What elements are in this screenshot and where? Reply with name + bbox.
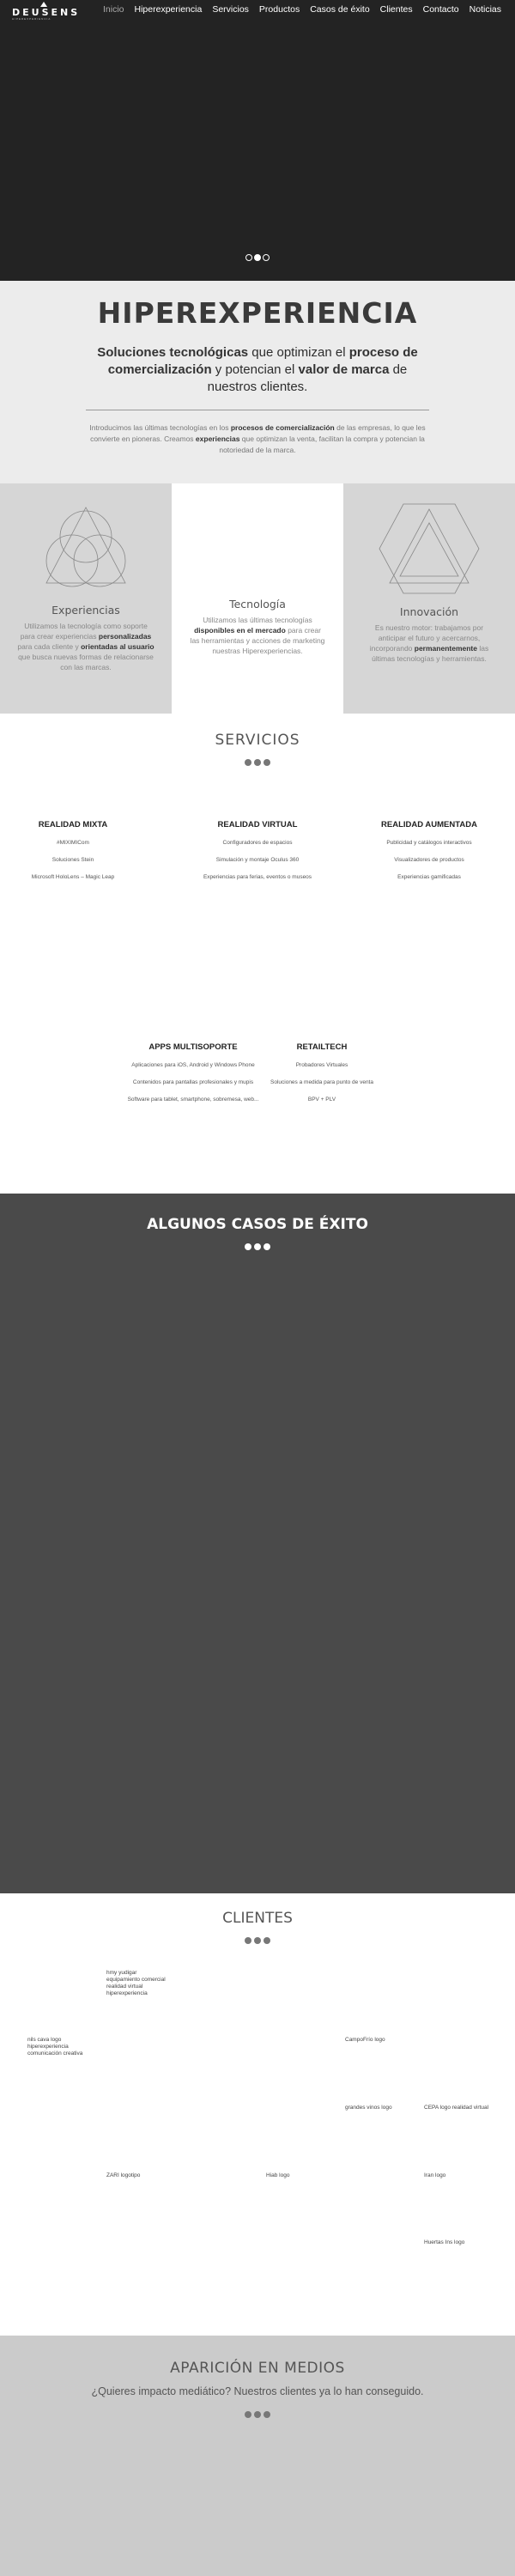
panel-text: Utilizamos la tecnología como soporte pa…: [17, 622, 154, 671]
hexagon-triangle-icon: [379, 503, 480, 594]
service-item[interactable]: Soluciones Stein: [0, 857, 150, 864]
panel-innovacion: Innovación Es nuestro motor: trabajamos …: [343, 483, 515, 714]
nav-item-inicio[interactable]: Inicio: [98, 3, 130, 15]
service-item[interactable]: Simulación y montaje Oculus 360: [180, 857, 335, 864]
service-item[interactable]: Experiencias para ferias, eventos o muse…: [180, 874, 335, 881]
section-title: CLIENTES: [222, 1910, 293, 1927]
casos-exito-section: ALGUNOS CASOS DE ÉXITO: [0, 1194, 515, 1893]
intro-body: Introducimos las últimas tecnologías en …: [89, 423, 426, 454]
dot: [245, 759, 251, 766]
panel-title: Tecnología: [229, 598, 286, 611]
nav-item-noticias[interactable]: Noticias: [464, 3, 506, 15]
nav-item-clientes[interactable]: Clientes: [375, 3, 418, 15]
dot: [264, 2411, 270, 2418]
dot: [245, 1243, 251, 1250]
slider-pagination: [245, 254, 270, 261]
dot: [264, 1937, 270, 1944]
client-logo[interactable]: Hiab logo: [266, 2172, 289, 2179]
dot: [264, 1243, 270, 1250]
section-separator-dots: [245, 2411, 270, 2418]
nav-item-productos[interactable]: Productos: [254, 3, 305, 15]
service-item[interactable]: Publicidad y catálogos interactivos: [352, 840, 506, 847]
panel-title: Innovación: [399, 605, 459, 618]
nav-item-contacto[interactable]: Contacto: [418, 3, 464, 15]
slider-dot[interactable]: [263, 254, 270, 261]
service-item[interactable]: Experiencias gamificadas: [352, 874, 506, 881]
slider-dot[interactable]: [245, 254, 252, 261]
client-logo[interactable]: hmy yudigar equipamiento comercial reali…: [106, 1970, 166, 1997]
dot: [245, 2411, 251, 2418]
service-item[interactable]: BPV + PLV: [245, 1097, 399, 1103]
service-item[interactable]: Visualizadores de productos: [352, 857, 506, 864]
client-logo[interactable]: ZARI logotipo: [106, 2172, 140, 2179]
client-logo[interactable]: nils cava logo hiperexperiencia comunica…: [27, 2037, 82, 2057]
panel-text: Es nuestro motor: trabajamos por anticip…: [369, 623, 489, 663]
dot: [254, 1243, 261, 1250]
client-logo[interactable]: CampoFrío logo: [345, 2037, 385, 2044]
client-logo[interactable]: grandes vinos logo: [345, 2105, 392, 2111]
service-title: REALIDAD AUMENTADA: [381, 820, 477, 829]
client-logo[interactable]: CEPA logo realidad virtual: [424, 2105, 488, 2111]
panel-text: Utilizamos las últimas tecnologías dispo…: [190, 616, 325, 655]
nav-item-hiperexperiencia[interactable]: Hiperexperiencia: [130, 3, 208, 15]
dot: [254, 2411, 261, 2418]
section-title: SERVICIOS: [215, 732, 300, 749]
slider-dot-active[interactable]: [254, 254, 261, 261]
dot: [245, 1937, 251, 1944]
service-item[interactable]: Soluciones a medida para punto de venta: [245, 1079, 399, 1086]
panel-experiencias: Experiencias Utilizamos la tecnología co…: [0, 483, 172, 714]
section-title: HIPEREXPERIENCIA: [97, 296, 418, 330]
service-item[interactable]: #MIXIMICom: [0, 840, 150, 847]
medios-section: APARICIÓN EN MEDIOS ¿Quieres impacto med…: [0, 2336, 515, 2576]
panel-tecnologia: Tecnología Utilizamos las últimas tecnol…: [172, 483, 343, 714]
circles-triangle-icon: [45, 507, 126, 587]
value-panels: Experiencias Utilizamos la tecnología co…: [0, 483, 515, 714]
service-title: REALIDAD VIRTUAL: [217, 820, 298, 829]
logo-tagline: HIPEREXPERIENCIA: [12, 17, 52, 21]
section-subtitle: ¿Quieres impacto mediático? Nuestros cli…: [91, 2385, 424, 2397]
client-logo[interactable]: Iran logo: [424, 2172, 445, 2179]
section-title: APARICIÓN EN MEDIOS: [170, 2360, 345, 2377]
panel-title: Experiencias: [52, 604, 120, 617]
nav-item-casos[interactable]: Casos de éxito: [305, 3, 374, 15]
main-nav: Inicio Hiperexperiencia Servicios Produc…: [98, 3, 506, 15]
intro-section: HIPEREXPERIENCIA Soluciones tecnológicas…: [0, 281, 515, 483]
service-title: RETAILTECH: [296, 1042, 348, 1052]
dot: [254, 1937, 261, 1944]
service-item[interactable]: Probadores Virtuales: [245, 1062, 399, 1069]
service-realidad-aumentada: REALIDAD AUMENTADA Publicidad y catálogo…: [352, 820, 506, 891]
dot: [254, 759, 261, 766]
intro-subtitle: Soluciones tecnológicas que optimizan el…: [97, 345, 418, 394]
service-title: REALIDAD MIXTA: [38, 820, 108, 829]
service-realidad-mixta: REALIDAD MIXTA #MIXIMICom Soluciones Ste…: [0, 820, 150, 891]
section-separator-dots: [245, 1243, 270, 1250]
dot: [264, 759, 270, 766]
client-logo[interactable]: Huertas Ins logo: [424, 2239, 464, 2246]
service-retailtech: RETAILTECH Probadores Virtuales Solucion…: [245, 1042, 399, 1114]
section-title: ALGUNOS CASOS DE ÉXITO: [147, 1216, 368, 1233]
service-realidad-virtual: REALIDAD VIRTUAL Configuradores de espac…: [180, 820, 335, 891]
hero-slider: DEUSENS HIPEREXPERIENCIA Inicio Hiperexp…: [0, 0, 515, 281]
nav-item-servicios[interactable]: Servicios: [207, 3, 254, 15]
logo[interactable]: DEUSENS HIPEREXPERIENCIA: [12, 2, 81, 21]
section-separator-dots: [245, 759, 270, 766]
section-separator-dots: [245, 1937, 270, 1944]
service-item[interactable]: Configuradores de espacios: [180, 840, 335, 847]
service-item[interactable]: Microsoft HoloLens – Magic Leap: [0, 874, 150, 881]
